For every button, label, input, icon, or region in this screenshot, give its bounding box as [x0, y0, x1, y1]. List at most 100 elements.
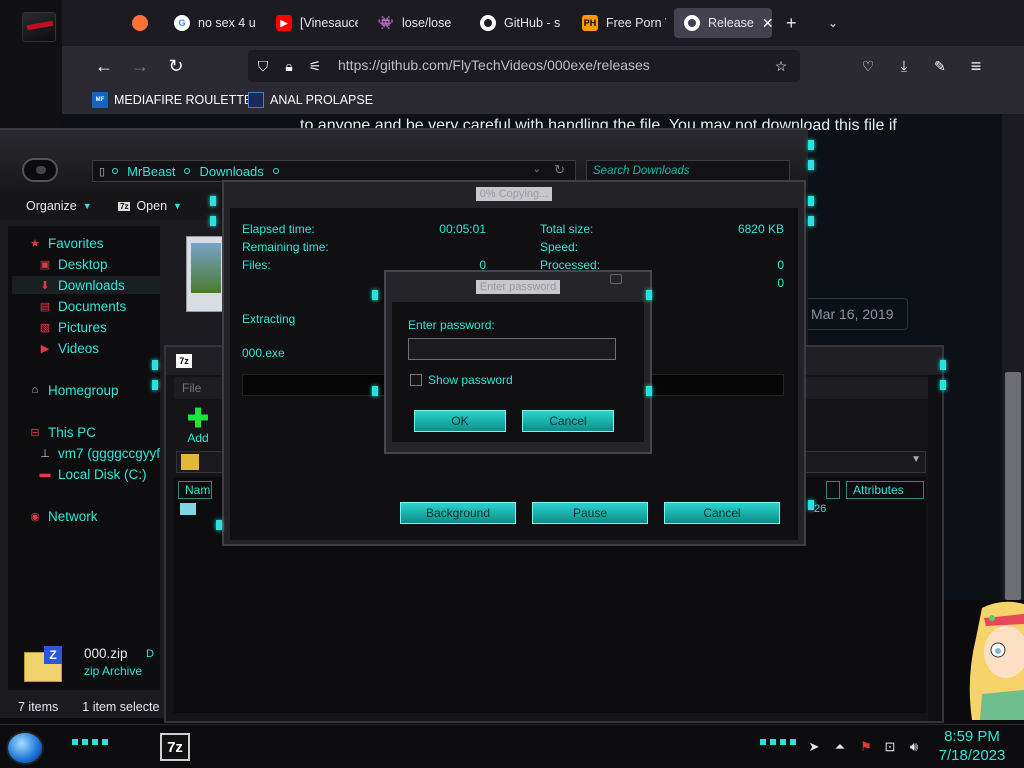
youtube-icon: ▶	[276, 15, 292, 31]
tab-strip: G no sex 4 u ▶ [Vinesauce 👾 lose/lose Gi…	[62, 0, 1024, 46]
nav-network[interactable]: ◉ Network	[28, 507, 97, 525]
dialog-close-icon[interactable]	[610, 274, 622, 284]
tab-ph[interactable]: PH Free Porn V	[582, 8, 666, 38]
tab-releases-active[interactable]: Release ✕	[674, 8, 772, 38]
nav-label: Downloads	[58, 277, 125, 293]
page-scrollbar[interactable]	[1002, 114, 1024, 600]
system-clock[interactable]: 8:59 PM 7/18/2023	[932, 727, 1012, 765]
scrollbar-thumb[interactable]	[1005, 372, 1021, 600]
background-button[interactable]: Background	[400, 502, 516, 524]
tab-github[interactable]: GitHub - s	[480, 8, 564, 38]
firefox-tab-icon[interactable]	[132, 8, 154, 38]
extensions-icon[interactable]: ✎	[928, 54, 952, 78]
refresh-icon[interactable]: ↻	[554, 162, 565, 178]
back-forward-orb-icon[interactable]	[22, 158, 58, 182]
nav-label: Videos	[58, 340, 100, 356]
nav-local-disk[interactable]: ▬ Local Disk (C:)	[38, 465, 147, 483]
bookmark-label: ANAL PROLAPSE	[270, 93, 374, 107]
action-center-flag-icon[interactable]: ⚑	[858, 739, 874, 755]
nav-desktop[interactable]: ▣ Desktop	[38, 255, 108, 273]
password-dialog-body: Enter password: Show password OK Cancel	[392, 302, 644, 442]
release-date: Mar 16, 2019	[798, 298, 908, 330]
lock-icon[interactable]: 🔒︎	[280, 57, 298, 75]
hamburger-menu-icon[interactable]: ≡	[964, 54, 988, 78]
path-dropdown-icon[interactable]: ▼	[911, 454, 921, 465]
frame-light-icon	[216, 520, 222, 530]
show-password-label[interactable]: Show password	[428, 373, 513, 387]
image-preview-icon	[191, 243, 221, 293]
desktop-shortcut-icon[interactable]	[22, 12, 56, 42]
7zip-logo-icon: 7z	[176, 354, 192, 368]
nav-network-drive[interactable]: ⊥ vm7 (ggggccgyyf	[38, 444, 160, 462]
column-divider[interactable]	[826, 481, 840, 499]
downloads-folder-icon: ⬇	[40, 279, 50, 292]
github-icon	[480, 15, 496, 31]
downloads-icon[interactable]: ⤓	[892, 54, 916, 78]
list-tabs-chevron-icon[interactable]: ⌄	[828, 8, 844, 38]
ok-button[interactable]: OK	[414, 410, 506, 432]
tab-youtube[interactable]: ▶ [Vinesauce	[276, 8, 358, 38]
taskbar-7zip-app[interactable]: 7z	[160, 733, 190, 761]
reload-icon[interactable]: ↻	[164, 54, 188, 78]
new-tab-button[interactable]: +	[786, 8, 806, 38]
nav-this-pc[interactable]: ⊟ This PC	[28, 423, 96, 441]
frame-light-icon	[808, 500, 814, 510]
nav-homegroup[interactable]: ⌂ Homegroup	[28, 381, 119, 399]
password-input[interactable]	[408, 338, 616, 360]
nav-favorites[interactable]: ★ Favorites	[28, 234, 103, 252]
file-thumbnail[interactable]	[186, 236, 226, 312]
organize-button[interactable]: Organize ▼	[26, 196, 92, 216]
nav-videos[interactable]: ▶ Videos	[38, 339, 99, 357]
folder-up-icon[interactable]	[181, 454, 199, 470]
frame-light-icon	[210, 216, 216, 226]
cancel-extract-button[interactable]: Cancel	[664, 502, 780, 524]
open-button[interactable]: 7z Open ▼	[118, 196, 182, 216]
bookmark-second[interactable]: ANAL PROLAPSE	[248, 91, 373, 109]
tray-arrow-icon[interactable]: ⏶	[832, 739, 848, 755]
search-input[interactable]: Search Downloads	[586, 160, 790, 182]
pause-button[interactable]: Pause	[532, 502, 648, 524]
compressed-value: 0	[777, 276, 784, 290]
show-password-checkbox[interactable]	[410, 374, 422, 386]
bookmark-star-icon[interactable]: ☆	[772, 57, 790, 75]
back-arrow-icon[interactable]: ←	[92, 54, 116, 78]
desktop-character-image	[962, 598, 1024, 720]
elapsed-value: 00:05:01	[439, 222, 486, 236]
breadcrumb-user[interactable]: MrBeast	[127, 164, 175, 179]
tab-label: lose/lose	[402, 16, 452, 30]
firefox-icon	[132, 15, 148, 31]
cancel-button[interactable]: Cancel	[522, 410, 614, 432]
taskbar-decor-icon	[760, 739, 800, 745]
file-row-icon[interactable]	[180, 503, 196, 515]
nav-downloads[interactable]: ⬇ Downloads	[12, 276, 160, 294]
shield-icon[interactable]: ⛉	[254, 57, 272, 75]
frame-light-icon	[940, 380, 946, 390]
url-bar[interactable]: ⛉ 🔒︎ ⚟ https://github.com/FlyTechVideos/…	[248, 50, 800, 82]
address-bar[interactable]: ▯ MrBeast Downloads ⌄ ↻	[92, 160, 576, 182]
frame-light-icon	[646, 290, 652, 300]
status-text: Extracting	[242, 312, 296, 326]
pocket-icon[interactable]: ♡	[856, 54, 880, 78]
close-tab-icon[interactable]: ✕	[762, 15, 772, 32]
fm-scrollbar[interactable]	[928, 375, 942, 721]
volume-icon[interactable]: 🔊︎	[906, 739, 922, 755]
url-text[interactable]: https://github.com/FlyTechVideos/000exe/…	[338, 57, 650, 73]
nav-pictures[interactable]: ▧ Pictures	[38, 318, 107, 336]
permissions-icon[interactable]: ⚟	[306, 57, 324, 75]
bookmark-mediafire[interactable]: MF MEDIAFIRE ROULETTER	[92, 91, 261, 109]
details-filename: 000.zip	[84, 646, 128, 661]
address-dropdown-icon[interactable]: ⌄	[533, 164, 541, 175]
nav-label: Pictures	[58, 319, 107, 335]
frame-light-icon	[646, 386, 652, 396]
column-name[interactable]: Nam	[178, 481, 212, 499]
nav-documents[interactable]: ▤ Documents	[38, 297, 126, 315]
breadcrumb-downloads[interactable]: Downloads	[199, 164, 263, 179]
network-tray-icon[interactable]: ⊡	[882, 739, 898, 755]
start-orb-icon[interactable]	[6, 731, 44, 765]
taskbar: 7z ➤ ⏶ ⚑ ⊡ 🔊︎ 8:59 PM 7/18/2023	[0, 724, 1024, 768]
tab-loselose[interactable]: 👾 lose/lose	[378, 8, 468, 38]
tab-google[interactable]: G no sex 4 u	[174, 8, 258, 38]
add-button[interactable]: ✚ Add	[180, 405, 216, 445]
forward-arrow-icon[interactable]: →	[128, 54, 152, 78]
column-attributes[interactable]: Attributes	[846, 481, 924, 499]
